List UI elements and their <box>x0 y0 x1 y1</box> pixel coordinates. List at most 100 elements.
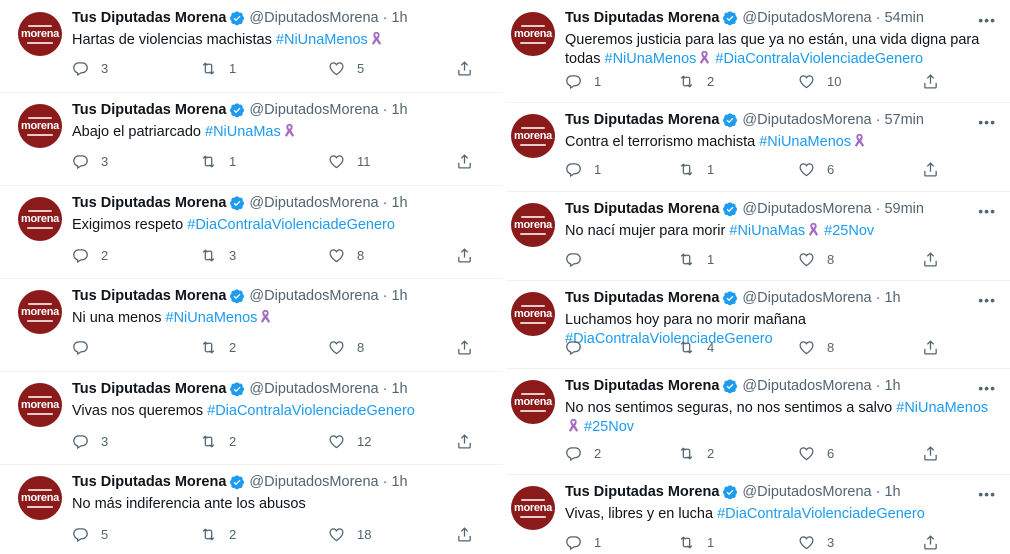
tweet-timestamp[interactable]: 1h <box>391 10 407 26</box>
avatar[interactable]: morena <box>18 12 62 56</box>
avatar[interactable]: morena <box>511 12 555 56</box>
like-button[interactable]: 8 <box>798 339 834 356</box>
reply-button[interactable]: 2 <box>72 247 108 264</box>
share-button[interactable] <box>456 153 485 170</box>
tweet-timestamp[interactable]: 1h <box>884 378 900 394</box>
hashtag-link[interactable]: #DiaContralaViolenciadeGenero <box>187 217 395 233</box>
avatar[interactable]: morena <box>511 380 555 424</box>
tweet[interactable]: morena Tus Diputadas Morena @DiputadosMore… <box>0 278 503 372</box>
reply-button[interactable]: 3 <box>72 153 108 170</box>
author-handle[interactable]: @DiputadosMorena <box>249 474 378 490</box>
share-button[interactable] <box>922 445 951 462</box>
tweet[interactable]: morena Tus Diputadas Morena @DiputadosMore… <box>0 0 503 93</box>
like-button[interactable]: 18 <box>328 526 371 543</box>
hashtag-link[interactable]: #NiUnaMenos <box>276 32 368 48</box>
author-handle[interactable]: @DiputadosMorena <box>742 10 871 26</box>
author-handle[interactable]: @DiputadosMorena <box>742 378 871 394</box>
retweet-button[interactable]: 1 <box>678 251 714 268</box>
reply-button[interactable]: 1 <box>565 73 601 90</box>
tweet-timestamp[interactable]: 54min <box>884 10 924 26</box>
reply-button[interactable]: 1 <box>565 161 601 178</box>
share-button[interactable] <box>922 251 951 268</box>
more-options-icon[interactable]: ••• <box>978 292 996 308</box>
reply-button[interactable] <box>565 339 594 356</box>
hashtag-link[interactable]: #NiUnaMenos <box>896 400 988 416</box>
reply-button[interactable] <box>72 339 101 356</box>
retweet-button[interactable]: 2 <box>678 73 714 90</box>
like-button[interactable]: 6 <box>798 161 834 178</box>
author-handle[interactable]: @DiputadosMorena <box>249 10 378 26</box>
share-button[interactable] <box>922 161 951 178</box>
author-name[interactable]: Tus Diputadas Morena <box>72 381 226 397</box>
retweet-button[interactable]: 2 <box>200 433 236 450</box>
hashtag-link[interactable]: #NiUnaMas <box>205 124 281 140</box>
retweet-button[interactable]: 4 <box>678 339 714 356</box>
reply-button[interactable]: 3 <box>72 433 108 450</box>
tweet-timestamp[interactable]: 1h <box>391 474 407 490</box>
share-button[interactable] <box>922 339 951 356</box>
tweet[interactable]: morena Tus Diputadas Morena @DiputadosMore… <box>506 0 1010 103</box>
share-button[interactable] <box>456 247 485 264</box>
tweet-timestamp[interactable]: 1h <box>884 290 900 306</box>
retweet-button[interactable]: 1 <box>200 60 236 77</box>
tweet[interactable]: morena Tus Diputadas Morena @DiputadosMore… <box>506 368 1010 475</box>
reply-button[interactable]: 1 <box>565 534 601 551</box>
more-options-icon[interactable]: ••• <box>978 114 996 130</box>
reply-button[interactable]: 2 <box>565 445 601 462</box>
author-handle[interactable]: @DiputadosMorena <box>249 381 378 397</box>
author-handle[interactable]: @DiputadosMorena <box>742 484 871 500</box>
tweet-timestamp[interactable]: 1h <box>391 102 407 118</box>
hashtag-link[interactable]: #NiUnaMas <box>729 223 805 239</box>
share-button[interactable] <box>922 73 951 90</box>
tweet[interactable]: morena Tus Diputadas Morena @DiputadosMore… <box>506 280 1010 369</box>
share-button[interactable] <box>456 433 485 450</box>
avatar[interactable]: morena <box>18 104 62 148</box>
tweet-timestamp[interactable]: 1h <box>884 484 900 500</box>
share-button[interactable] <box>456 526 485 543</box>
tweet[interactable]: morena Tus Diputadas Morena @DiputadosMore… <box>506 474 1010 551</box>
hashtag-link[interactable]: #NiUnaMenos <box>605 51 697 67</box>
like-button[interactable]: 5 <box>328 60 364 77</box>
avatar[interactable]: morena <box>18 197 62 241</box>
author-name[interactable]: Tus Diputadas Morena <box>72 474 226 490</box>
like-button[interactable]: 8 <box>798 251 834 268</box>
author-name[interactable]: Tus Diputadas Morena <box>565 10 719 26</box>
author-name[interactable]: Tus Diputadas Morena <box>72 102 226 118</box>
hashtag-link[interactable]: #25Nov <box>824 223 874 239</box>
more-options-icon[interactable]: ••• <box>978 380 996 396</box>
retweet-button[interactable]: 2 <box>200 526 236 543</box>
retweet-button[interactable]: 3 <box>200 247 236 264</box>
like-button[interactable]: 8 <box>328 339 364 356</box>
more-options-icon[interactable]: ••• <box>978 203 996 219</box>
like-button[interactable]: 3 <box>798 534 834 551</box>
tweet-timestamp[interactable]: 1h <box>391 381 407 397</box>
author-handle[interactable]: @DiputadosMorena <box>742 290 871 306</box>
avatar[interactable]: morena <box>18 383 62 427</box>
avatar[interactable]: morena <box>511 114 555 158</box>
author-name[interactable]: Tus Diputadas Morena <box>565 484 719 500</box>
author-name[interactable]: Tus Diputadas Morena <box>72 288 226 304</box>
hashtag-link[interactable]: #DiaContralaViolenciadeGenero <box>207 403 415 419</box>
tweet[interactable]: morena Tus Diputadas Morena @DiputadosMore… <box>0 185 503 279</box>
share-button[interactable] <box>456 339 485 356</box>
hashtag-link[interactable]: #NiUnaMenos <box>759 134 851 150</box>
avatar[interactable]: morena <box>511 203 555 247</box>
retweet-button[interactable]: 1 <box>678 161 714 178</box>
reply-button[interactable] <box>565 251 594 268</box>
more-options-icon[interactable]: ••• <box>978 486 996 502</box>
reply-button[interactable]: 3 <box>72 60 108 77</box>
tweet[interactable]: morena Tus Diputadas Morena @DiputadosMore… <box>506 102 1010 192</box>
like-button[interactable]: 6 <box>798 445 834 462</box>
retweet-button[interactable]: 1 <box>200 153 236 170</box>
hashtag-link[interactable]: #NiUnaMenos <box>166 310 258 326</box>
author-handle[interactable]: @DiputadosMorena <box>249 102 378 118</box>
retweet-button[interactable]: 1 <box>678 534 714 551</box>
like-button[interactable]: 11 <box>328 153 371 170</box>
tweet[interactable]: morena Tus Diputadas Morena @DiputadosMore… <box>506 191 1010 281</box>
author-name[interactable]: Tus Diputadas Morena <box>72 195 226 211</box>
author-name[interactable]: Tus Diputadas Morena <box>565 112 719 128</box>
avatar[interactable]: morena <box>18 290 62 334</box>
like-button[interactable]: 10 <box>798 73 841 90</box>
author-handle[interactable]: @DiputadosMorena <box>742 112 871 128</box>
author-name[interactable]: Tus Diputadas Morena <box>565 290 719 306</box>
